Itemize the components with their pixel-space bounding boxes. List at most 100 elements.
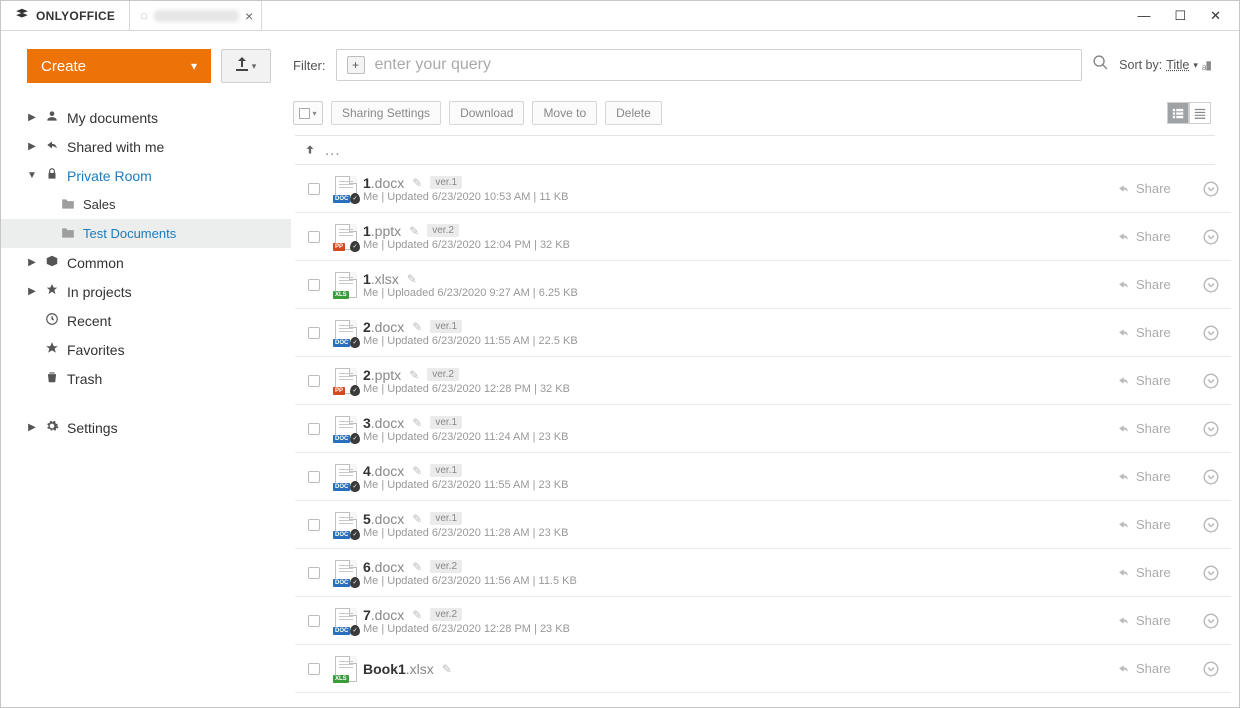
compact-view-button[interactable] (1189, 102, 1211, 124)
version-badge[interactable]: ver.1 (430, 176, 462, 189)
share-button[interactable]: Share (1117, 181, 1197, 196)
row-checkbox[interactable] (299, 279, 329, 291)
row-actions-button[interactable] (1197, 228, 1225, 246)
file-list[interactable]: DOC 1.docx ✎ ver.1 Me | Updated 6/23/202… (295, 165, 1231, 707)
version-badge[interactable]: ver.2 (430, 560, 462, 573)
row-checkbox[interactable] (299, 375, 329, 387)
row-actions-button[interactable] (1197, 612, 1225, 630)
version-badge[interactable]: ver.1 (430, 512, 462, 525)
row-checkbox[interactable] (299, 615, 329, 627)
collapse-icon[interactable]: ▼ (27, 170, 37, 181)
sidebar-item-common[interactable]: ▶ Common (27, 248, 277, 277)
sidebar-item-recent[interactable]: Recent (27, 306, 277, 335)
expand-icon[interactable]: ▶ (27, 141, 37, 152)
share-button[interactable]: Share (1117, 229, 1197, 244)
row-actions-button[interactable] (1197, 324, 1225, 342)
close-tab-icon[interactable]: × (245, 8, 253, 24)
edit-icon[interactable]: ✎ (412, 416, 422, 430)
sidebar-item-test-documents[interactable]: Test Documents (1, 219, 291, 248)
file-row[interactable]: DOC 5.docx ✎ ver.1 Me | Updated 6/23/202… (295, 501, 1231, 549)
file-row[interactable]: DOC 2.docx ✎ ver.1 Me | Updated 6/23/202… (295, 309, 1231, 357)
sidebar-item-trash[interactable]: Trash (27, 364, 277, 393)
version-badge[interactable]: ver.2 (430, 608, 462, 621)
share-button[interactable]: Share (1117, 661, 1197, 676)
search-icon[interactable] (1092, 54, 1109, 76)
sidebar-item-favorites[interactable]: Favorites (27, 335, 277, 364)
expand-icon[interactable]: ▶ (27, 112, 37, 123)
maximize-button[interactable]: ☐ (1174, 8, 1186, 24)
sort-direction-icon[interactable]: ₐ▮ (1202, 58, 1211, 72)
share-button[interactable]: Share (1117, 469, 1197, 484)
minimize-button[interactable]: — (1137, 8, 1150, 23)
file-row[interactable]: DOC 6.docx ✎ ver.2 Me | Updated 6/23/202… (295, 549, 1231, 597)
sidebar-item-sales[interactable]: Sales (27, 190, 277, 219)
file-row[interactable]: PP 2.pptx ✎ ver.2 Me | Updated 6/23/2020… (295, 357, 1231, 405)
edit-icon[interactable]: ✎ (412, 176, 422, 190)
file-row[interactable]: DOC 3.docx ✎ ver.1 Me | Updated 6/23/202… (295, 405, 1231, 453)
row-actions-button[interactable] (1197, 420, 1225, 438)
share-button[interactable]: Share (1117, 277, 1197, 292)
move-to-button[interactable]: Move to (532, 101, 597, 125)
expand-icon[interactable]: ▶ (27, 286, 37, 297)
expand-icon[interactable]: ▶ (27, 422, 37, 433)
share-button[interactable]: Share (1117, 613, 1197, 628)
row-actions-button[interactable] (1197, 276, 1225, 294)
row-checkbox[interactable] (299, 183, 329, 195)
edit-icon[interactable]: ✎ (442, 662, 452, 676)
row-checkbox[interactable] (299, 519, 329, 531)
close-window-button[interactable]: ✕ (1210, 8, 1221, 24)
file-row[interactable]: PP 1.pptx ✎ ver.2 Me | Updated 6/23/2020… (295, 213, 1231, 261)
row-checkbox[interactable] (299, 231, 329, 243)
edit-icon[interactable]: ✎ (412, 560, 422, 574)
row-actions-button[interactable] (1197, 660, 1225, 678)
sidebar-item-shared[interactable]: ▶ Shared with me (27, 132, 277, 161)
upload-button[interactable]: ▾ (221, 49, 271, 83)
file-row[interactable]: DOC 7.docx ✎ ver.2 Me | Updated 6/23/202… (295, 597, 1231, 645)
folder-up-bar[interactable]: ... (295, 135, 1215, 165)
share-button[interactable]: Share (1117, 517, 1197, 532)
list-view-button[interactable] (1167, 102, 1189, 124)
sidebar-item-settings[interactable]: ▶ Settings (27, 413, 277, 442)
share-button[interactable]: Share (1117, 373, 1197, 388)
version-badge[interactable]: ver.2 (427, 224, 459, 237)
file-row[interactable]: DOC 4.docx ✎ ver.1 Me | Updated 6/23/202… (295, 453, 1231, 501)
row-checkbox[interactable] (299, 471, 329, 483)
edit-icon[interactable]: ✎ (409, 368, 419, 382)
edit-icon[interactable]: ✎ (407, 272, 417, 286)
file-row[interactable]: XLS Book1.xlsx ✎ Share (295, 645, 1231, 693)
version-badge[interactable]: ver.1 (430, 416, 462, 429)
select-all-checkbox[interactable]: ▾ (293, 101, 323, 125)
sidebar-item-in-projects[interactable]: ▶ In projects (27, 277, 277, 306)
filter-input[interactable]: + enter your query (336, 49, 1083, 81)
file-row[interactable]: DOC 1.docx ✎ ver.1 Me | Updated 6/23/202… (295, 165, 1231, 213)
share-button[interactable]: Share (1117, 325, 1197, 340)
edit-icon[interactable]: ✎ (412, 320, 422, 334)
row-actions-button[interactable] (1197, 468, 1225, 486)
document-tab[interactable]: ◌ × (130, 1, 262, 30)
app-tab[interactable]: ONLYOFFICE (1, 1, 130, 30)
edit-icon[interactable]: ✎ (409, 224, 419, 238)
expand-icon[interactable]: ▶ (27, 257, 37, 268)
version-badge[interactable]: ver.1 (430, 320, 462, 333)
sharing-settings-button[interactable]: Sharing Settings (331, 101, 441, 125)
row-actions-button[interactable] (1197, 564, 1225, 582)
share-button[interactable]: Share (1117, 421, 1197, 436)
row-actions-button[interactable] (1197, 180, 1225, 198)
sort-by[interactable]: Sort by: Title ▾ ₐ▮ (1119, 58, 1211, 72)
sort-field[interactable]: Title (1166, 58, 1189, 72)
version-badge[interactable]: ver.1 (430, 464, 462, 477)
version-badge[interactable]: ver.2 (427, 368, 459, 381)
edit-icon[interactable]: ✎ (412, 608, 422, 622)
delete-button[interactable]: Delete (605, 101, 662, 125)
sidebar-item-private-room[interactable]: ▼ Private Room (27, 161, 277, 190)
row-checkbox[interactable] (299, 663, 329, 675)
file-row[interactable]: XLS 1.xlsx ✎ Me | Uploaded 6/23/2020 9:2… (295, 261, 1231, 309)
row-checkbox[interactable] (299, 327, 329, 339)
row-checkbox[interactable] (299, 423, 329, 435)
create-button[interactable]: Create ▾ (27, 49, 211, 83)
download-button[interactable]: Download (449, 101, 524, 125)
edit-icon[interactable]: ✎ (412, 512, 422, 526)
sidebar-item-my-documents[interactable]: ▶ My documents (27, 103, 277, 132)
row-checkbox[interactable] (299, 567, 329, 579)
edit-icon[interactable]: ✎ (412, 464, 422, 478)
